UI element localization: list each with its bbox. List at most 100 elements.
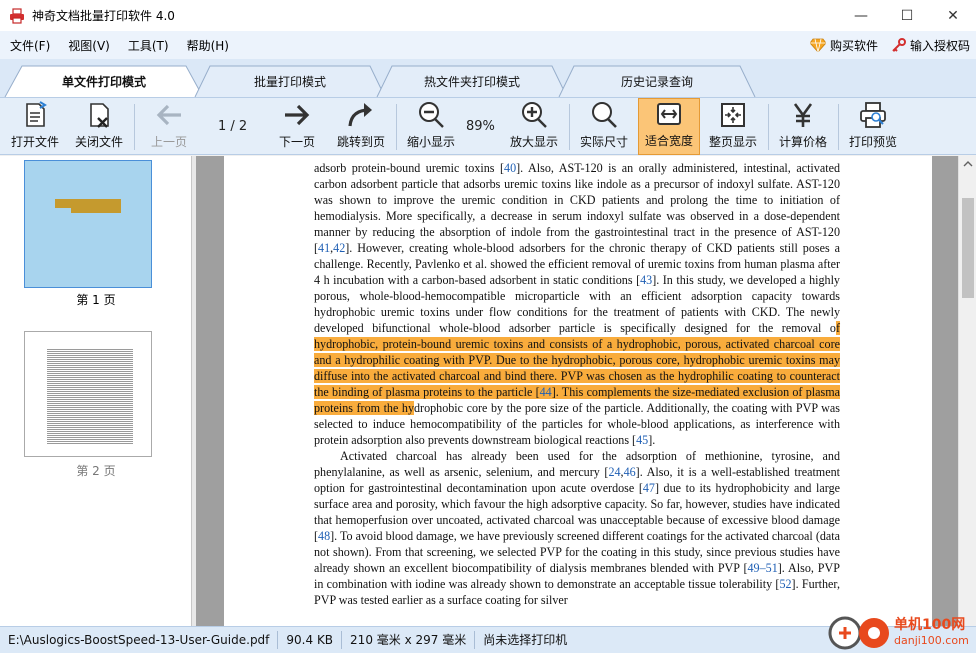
diamond-icon xyxy=(809,38,826,52)
prev-page-button[interactable]: 上一页 xyxy=(140,98,198,155)
document-viewer[interactable]: adsorb protein-bound uremic toxins [40].… xyxy=(196,156,958,626)
buy-software-label: 购买软件 xyxy=(829,38,878,53)
zoom-level: 89% xyxy=(466,119,495,134)
tab-hot-folder-label: 热文件夹打印模式 xyxy=(423,74,520,89)
enter-license-label: 输入授权码 xyxy=(909,38,970,53)
status-file-size: 90.4 KB xyxy=(278,631,343,649)
menu-help[interactable]: 帮助(H) xyxy=(177,37,237,54)
window-title: 神奇文档批量打印软件 4.0 xyxy=(32,9,175,23)
calc-price-label: 计算价格 xyxy=(778,135,827,149)
open-file-button[interactable]: 打开文件 xyxy=(6,98,64,155)
arrow-left-icon xyxy=(156,104,181,126)
status-printer: 尚未选择打印机 xyxy=(483,633,568,647)
fit-page-button[interactable]: 整页显示 xyxy=(704,98,762,155)
open-file-icon xyxy=(26,101,47,127)
watermark-site-url: danji100.com xyxy=(894,634,969,647)
status-file-path: E:\Auslogics-BoostSpeed-13-User-Guide.pd… xyxy=(0,631,279,649)
open-file-label: 打开文件 xyxy=(10,135,59,149)
magnifier-icon xyxy=(592,102,617,128)
print-preview-button[interactable]: 打印预览 xyxy=(844,98,902,155)
toolbar-separator xyxy=(838,104,839,150)
jump-arrow-icon xyxy=(348,103,372,127)
fit-page-label: 整页显示 xyxy=(708,135,757,149)
fit-page-icon xyxy=(721,103,745,127)
paragraph-2: Activated charcoal has already been used… xyxy=(314,448,840,608)
menu-file[interactable]: 文件(F) xyxy=(0,37,58,54)
thumbnail-panel: 第 1 页 第 2 页 xyxy=(0,156,192,626)
tab-single-file-label: 单文件打印模式 xyxy=(61,74,146,89)
next-page-button[interactable]: 下一页 xyxy=(268,98,326,155)
arrow-right-icon xyxy=(285,104,310,126)
citation-link[interactable]: 43 xyxy=(640,273,652,287)
citation-link[interactable]: 41 xyxy=(318,241,330,255)
minimize-button[interactable]: — xyxy=(838,0,884,31)
zoom-in-button[interactable]: 放大显示 xyxy=(505,98,563,155)
zoom-out-button[interactable]: 缩小显示 xyxy=(402,98,460,155)
site-watermark: 单机100网 danji100.com xyxy=(828,612,976,653)
citation-link[interactable]: 44 xyxy=(539,385,552,399)
page-text: adsorb protein-bound uremic toxins [40].… xyxy=(314,160,840,608)
citation-link[interactable]: 47 xyxy=(643,481,655,495)
page-thumbnail-1[interactable] xyxy=(24,160,152,288)
menu-bar: 文件(F) 视图(V) 工具(T) 帮助(H) 购买软件 输入授权码 xyxy=(0,31,976,59)
next-page-label: 下一页 xyxy=(278,135,315,149)
mode-tabs: 单文件打印模式 批量打印模式 热文件夹打印模式 历史记录查询 xyxy=(0,59,976,97)
prev-page-label: 上一页 xyxy=(150,135,187,149)
zoom-in-label: 放大显示 xyxy=(509,135,558,149)
close-file-label: 关闭文件 xyxy=(74,135,123,149)
zoom-in-icon xyxy=(522,102,547,128)
calc-price-button[interactable]: 计算价格 xyxy=(774,98,832,155)
thumbnail-highlight xyxy=(71,207,121,213)
actual-size-label: 实际尺寸 xyxy=(579,135,628,149)
print-preview-icon xyxy=(860,102,886,128)
watermark-logo-icon xyxy=(828,616,889,650)
watermark-site-name: 单机100网 xyxy=(894,617,966,633)
menu-view[interactable]: 视图(V) xyxy=(58,37,118,54)
citation-link[interactable]: 52 xyxy=(779,577,791,591)
tab-single-file[interactable]: 单文件打印模式 xyxy=(4,65,204,97)
toolbar-separator xyxy=(569,104,570,150)
citation-link[interactable]: 48 xyxy=(318,529,330,543)
document-page: adsorb protein-bound uremic toxins [40].… xyxy=(224,156,932,626)
close-button[interactable]: ✕ xyxy=(930,0,976,31)
fit-width-label: 适合宽度 xyxy=(644,134,693,148)
close-file-button[interactable]: 关闭文件 xyxy=(70,98,128,155)
vertical-scrollbar[interactable] xyxy=(958,156,976,626)
maximize-button[interactable]: ☐ xyxy=(884,0,930,31)
zoom-out-icon xyxy=(419,102,444,128)
paragraph-1: adsorb protein-bound uremic toxins [40].… xyxy=(314,160,840,448)
thumbnail-text-block xyxy=(47,348,133,444)
printer-app-icon xyxy=(10,7,24,24)
citation-link[interactable]: 40 xyxy=(504,161,516,175)
fit-width-button[interactable]: 适合宽度 xyxy=(638,98,700,155)
goto-page-button[interactable]: 跳转到页 xyxy=(332,98,390,155)
citation-link[interactable]: 45 xyxy=(636,433,648,447)
page-thumbnail-2[interactable] xyxy=(24,331,152,457)
citation-link[interactable]: 42 xyxy=(333,241,345,255)
citation-link[interactable]: 46 xyxy=(624,465,636,479)
toolbar: 打开文件 关闭文件 上一页 1 / 2 下一页 跳转到页 缩小显示 89% 放大… xyxy=(0,97,976,155)
scroll-up-arrow-icon[interactable] xyxy=(959,156,976,172)
zoom-out-label: 缩小显示 xyxy=(406,135,455,149)
toolbar-separator xyxy=(396,104,397,150)
close-file-icon xyxy=(90,103,109,128)
buy-software-link[interactable]: 购买软件 xyxy=(809,37,878,54)
tab-batch[interactable]: 批量打印模式 xyxy=(194,65,386,97)
title-bar: 神奇文档批量打印软件 4.0 — ☐ ✕ xyxy=(0,0,976,31)
page-indicator: 1 / 2 xyxy=(218,119,248,134)
toolbar-separator xyxy=(768,104,769,150)
menu-tools[interactable]: 工具(T) xyxy=(118,37,177,54)
fit-width-icon xyxy=(657,103,681,125)
tab-history[interactable]: 历史记录查询 xyxy=(558,65,756,97)
yen-icon xyxy=(793,103,813,127)
actual-size-button[interactable]: 实际尺寸 xyxy=(575,98,633,155)
tab-batch-label: 批量打印模式 xyxy=(253,74,326,89)
goto-page-label: 跳转到页 xyxy=(336,135,385,149)
enter-license-link[interactable]: 输入授权码 xyxy=(892,37,970,54)
status-page-dimensions: 210 毫米 x 297 毫米 xyxy=(342,631,476,649)
scrollbar-thumb[interactable] xyxy=(962,198,974,298)
citation-link[interactable]: 49–51 xyxy=(748,561,778,575)
tab-hot-folder[interactable]: 热文件夹打印模式 xyxy=(376,65,568,97)
text-run: adsorb protein-bound uremic toxins [ xyxy=(314,161,505,175)
citation-link[interactable]: 24 xyxy=(608,465,620,479)
